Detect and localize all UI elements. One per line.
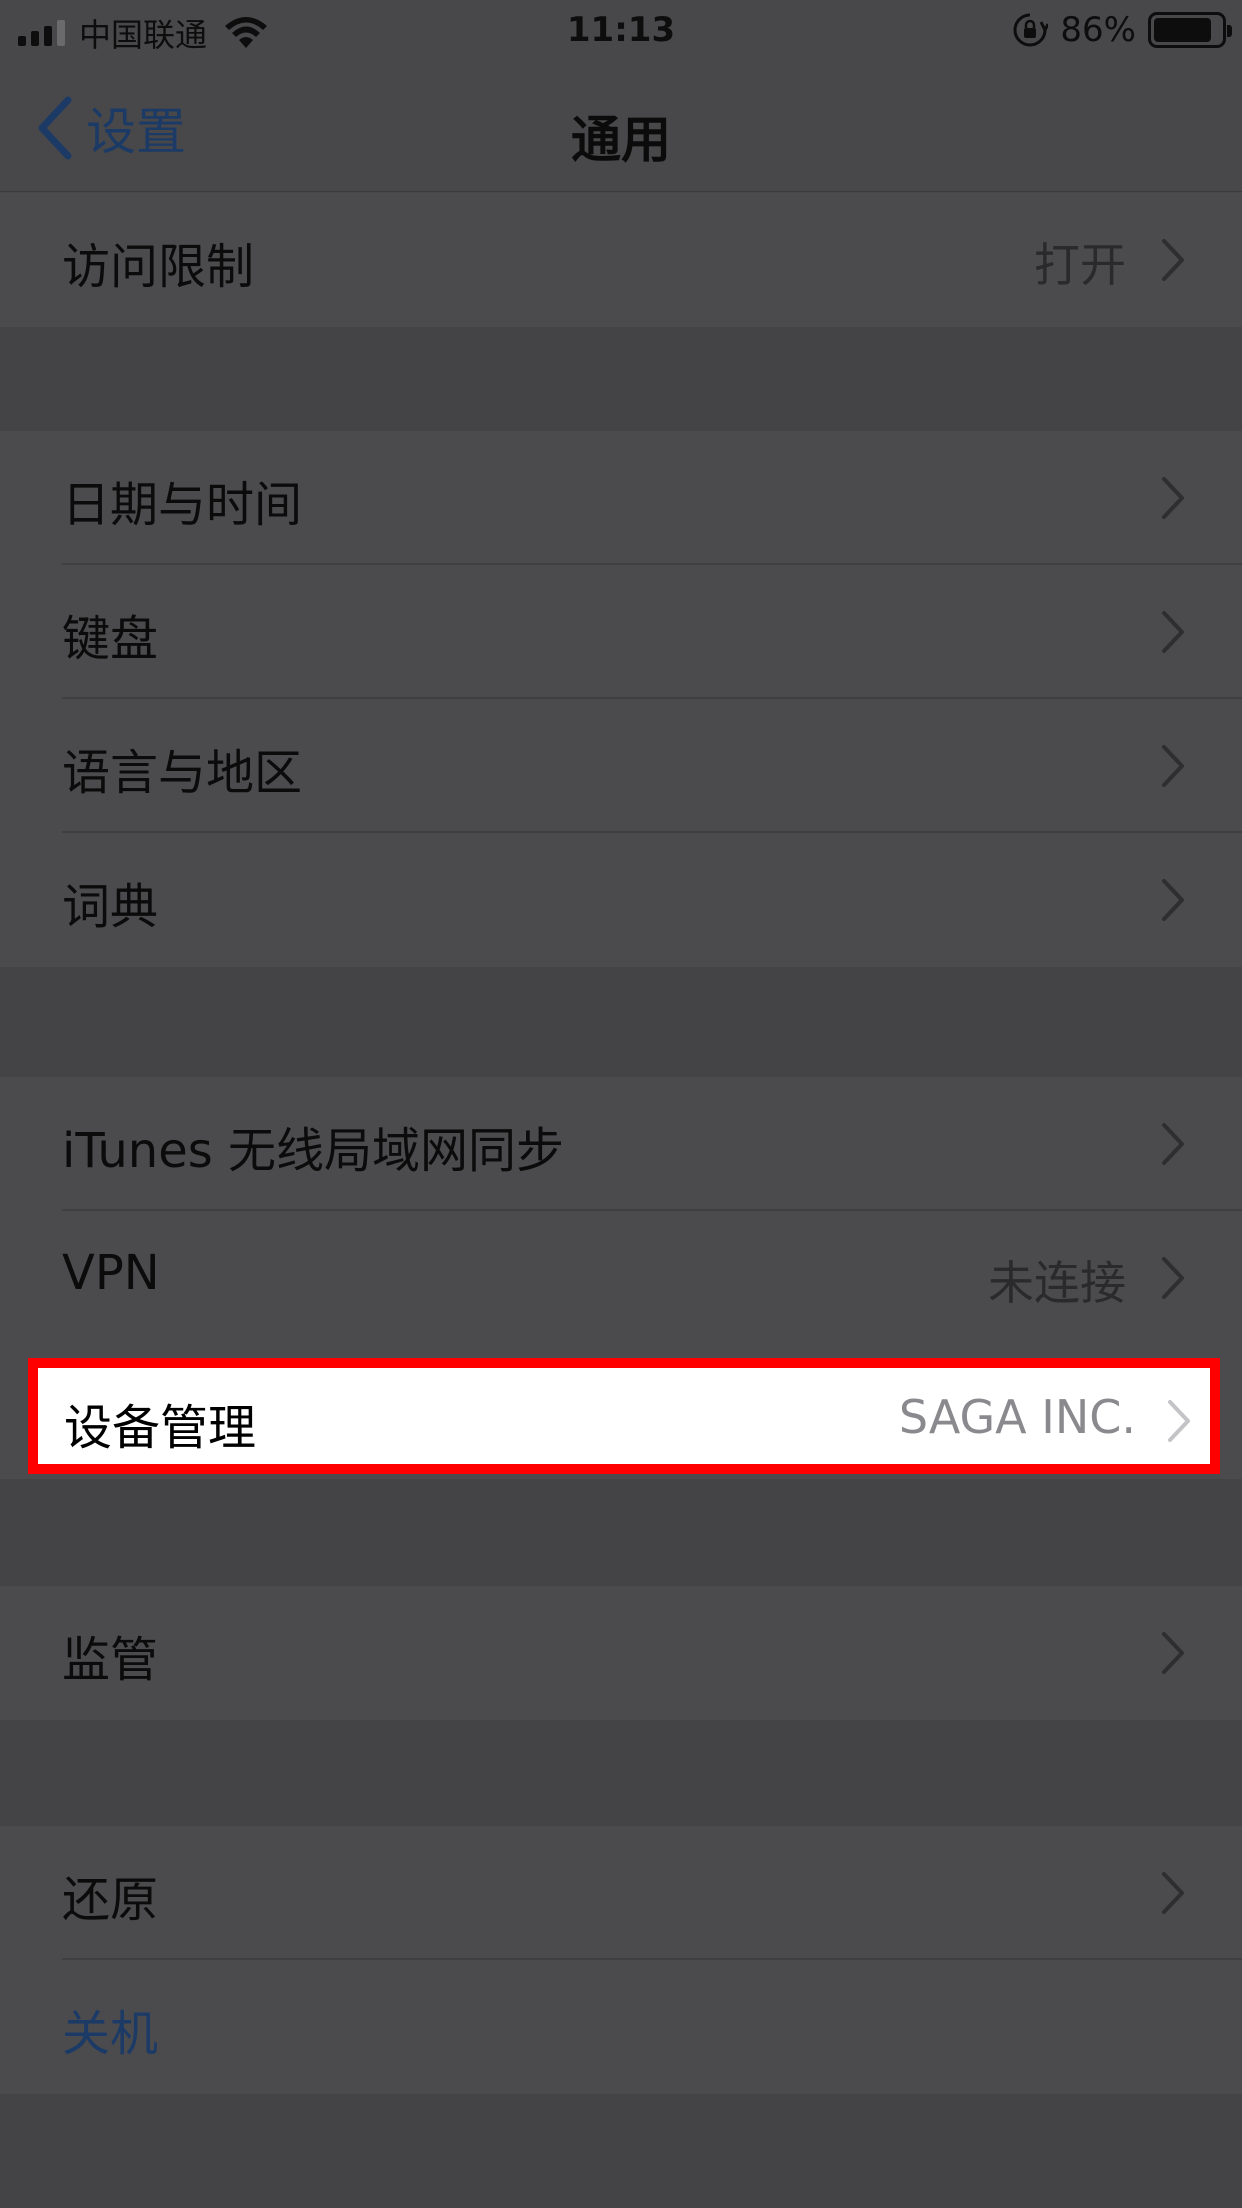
chevron-right-icon — [1168, 1400, 1190, 1442]
chevron-right-icon — [1162, 239, 1184, 281]
row-label: 语言与地区 — [62, 745, 303, 801]
row-label: 日期与时间 — [62, 477, 303, 533]
row-value: 未连接 — [988, 1256, 1126, 1310]
row-value: SAGA INC. — [898, 1390, 1136, 1444]
row-supervision[interactable]: 监管 — [0, 1586, 1242, 1720]
row-vpn[interactable]: VPN 未连接 — [0, 1211, 1242, 1345]
row-label: VPN — [62, 1245, 160, 1301]
row-label: 还原 — [62, 1872, 159, 1928]
chevron-right-icon — [1162, 745, 1184, 787]
row-label: 词典 — [62, 879, 159, 935]
row-label: iTunes 无线局域网同步 — [62, 1123, 565, 1179]
nav-bar: 设置 通用 — [0, 62, 1242, 192]
row-language-region[interactable]: 语言与地区 — [0, 699, 1242, 833]
row-itunes-wifi-sync[interactable]: iTunes 无线局域网同步 — [0, 1077, 1242, 1211]
battery-percent: 86% — [1060, 10, 1136, 50]
row-restrictions[interactable]: 访问限制 打开 — [0, 193, 1242, 327]
section-gap — [0, 1720, 1242, 1826]
row-label: 关机 — [62, 2006, 159, 2062]
row-label: 监管 — [62, 1632, 159, 1688]
status-bar: 中国联通 11:13 86% — [0, 0, 1242, 62]
row-value: 打开 — [1034, 238, 1126, 292]
chevron-right-icon — [1162, 477, 1184, 519]
battery-icon — [1148, 12, 1232, 48]
chevron-right-icon — [1162, 1257, 1184, 1299]
row-label: 访问限制 — [62, 239, 255, 295]
row-label: 键盘 — [62, 611, 159, 667]
bottom-gap — [0, 2094, 1242, 2208]
battery-fill — [1154, 18, 1211, 42]
row-date-time[interactable]: 日期与时间 — [0, 431, 1242, 565]
section-gap — [0, 967, 1242, 1077]
chevron-right-icon — [1162, 1632, 1184, 1674]
chevron-right-icon — [1162, 1872, 1184, 1914]
row-shutdown[interactable]: 关机 — [0, 1960, 1242, 2094]
status-right: 86% — [1012, 10, 1232, 50]
chevron-right-icon — [1162, 611, 1184, 653]
row-dictionary[interactable]: 词典 — [0, 833, 1242, 967]
row-device-management[interactable]: 设备管理 SAGA INC. — [28, 1358, 1220, 1474]
row-keyboard[interactable]: 键盘 — [0, 565, 1242, 699]
chevron-right-icon — [1162, 879, 1184, 921]
row-reset[interactable]: 还原 — [0, 1826, 1242, 1960]
rotation-lock-icon — [1013, 13, 1049, 47]
page-title: 通用 — [571, 111, 671, 169]
row-label: 设备管理 — [64, 1400, 257, 1456]
section-gap — [0, 327, 1242, 431]
section-gap — [0, 1479, 1242, 1586]
chevron-right-icon — [1162, 1123, 1184, 1165]
